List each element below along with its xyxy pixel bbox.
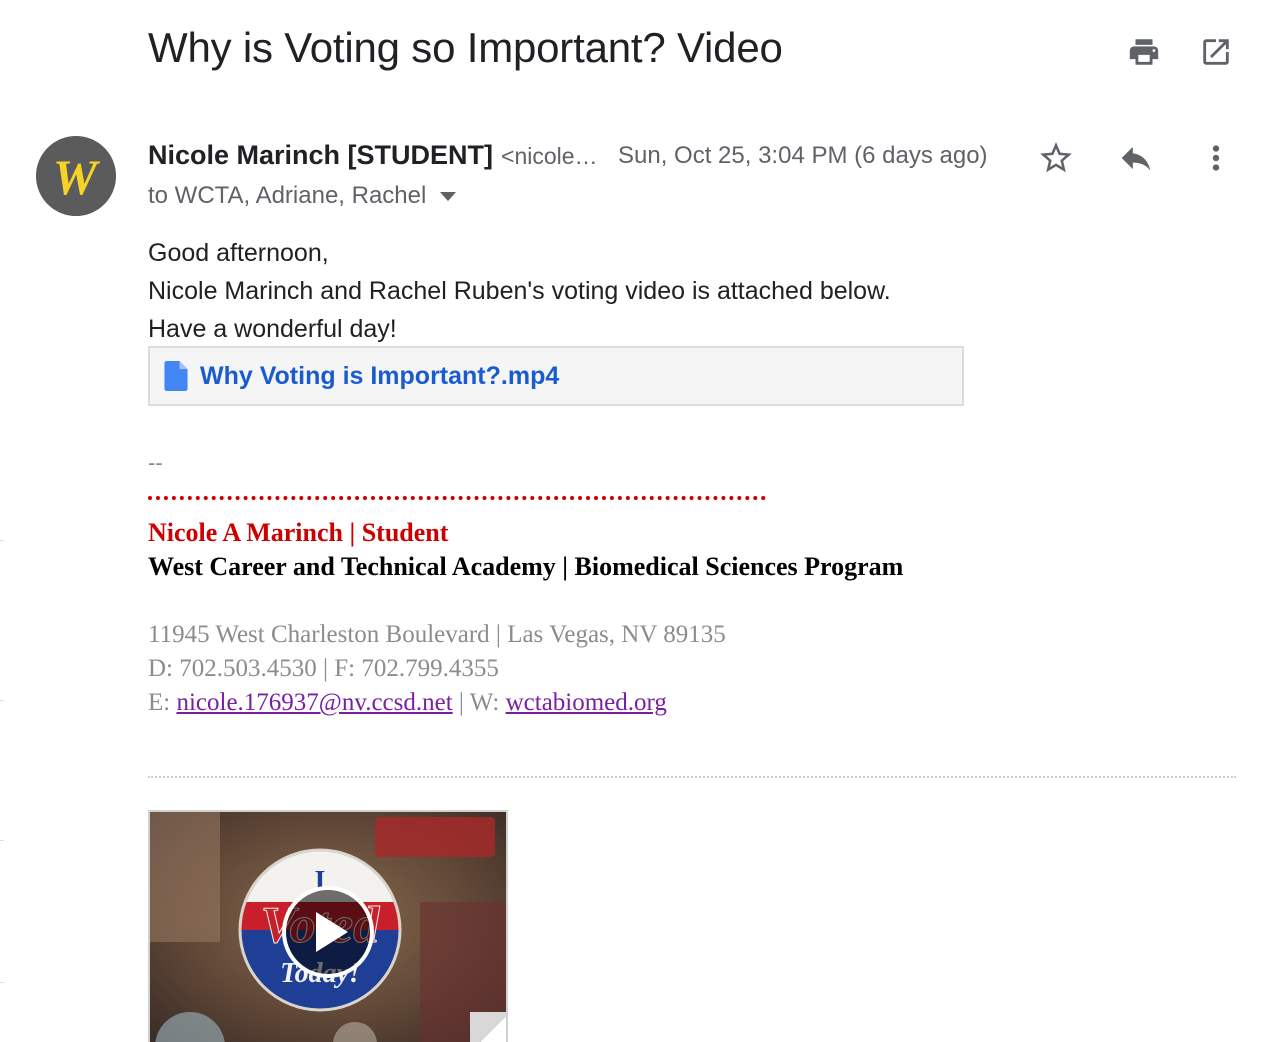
signature-separator: -- — [148, 450, 163, 475]
email-label: E: — [148, 689, 177, 716]
star-button[interactable] — [1034, 136, 1078, 180]
print-button[interactable] — [1124, 32, 1164, 72]
signature-links: E: nicole.176937@nv.ccsd.net | W: wctabi… — [148, 686, 726, 720]
signature-name: Nicole A Marinch | Student — [148, 518, 449, 547]
signature-web-link[interactable]: wctabiomed.org — [506, 689, 667, 716]
edge-marker — [0, 540, 4, 541]
edge-marker — [0, 700, 4, 701]
recipients-text: to WCTA, Adriane, Rachel — [148, 182, 427, 209]
avatar-letter: W — [53, 149, 101, 205]
signature-dotted-rule — [148, 496, 766, 500]
email-body: Good afternoon, Nicole Marinch and Rache… — [148, 234, 891, 348]
signature-address: 11945 West Charleston Boulevard | Las Ve… — [148, 621, 726, 648]
open-in-new-window-button[interactable] — [1196, 32, 1236, 72]
reply-button[interactable] — [1114, 136, 1158, 180]
print-icon — [1129, 39, 1159, 65]
sender-avatar[interactable]: W — [36, 136, 116, 216]
recipients-line: to WCTA, Adriane, Rachel — [148, 182, 457, 210]
attachment-name[interactable]: Why Voting is Important?.mp4 — [200, 362, 559, 391]
signature-contact: 11945 West Charleston Boulevard | Las Ve… — [148, 618, 726, 720]
file-icon — [164, 361, 188, 391]
video-preview-image: I Voted Today! — [150, 812, 506, 1042]
email-timestamp: Sun, Oct 25, 3:04 PM (6 days ago) — [618, 142, 988, 169]
more-vert-icon — [1212, 145, 1220, 171]
open-in-new-icon — [1203, 39, 1229, 65]
dropdown-caret-icon[interactable] — [440, 191, 457, 201]
body-line: Have a wonderful day! — [148, 315, 397, 343]
email-subject: Why is Voting so Important? Video — [148, 24, 783, 71]
sender-name[interactable]: Nicole Marinch [STUDENT] — [148, 140, 493, 171]
sender-line: Nicole Marinch [STUDENT] <nicole… — [148, 140, 598, 172]
signature-phones: D: 702.503.4530 | F: 702.799.4355 — [148, 655, 499, 682]
signature-email-link[interactable]: nicole.176937@nv.ccsd.net — [176, 689, 452, 716]
body-line: Nicole Marinch and Rachel Ruben's voting… — [148, 277, 891, 305]
attachment-chip[interactable]: Why Voting is Important?.mp4 — [148, 346, 964, 406]
edge-marker — [0, 982, 4, 983]
star-icon — [1040, 142, 1072, 173]
more-options-button[interactable] — [1194, 136, 1238, 180]
reply-icon — [1121, 146, 1151, 171]
sender-email[interactable]: <nicole… — [501, 143, 598, 170]
body-line: Good afternoon, — [148, 239, 329, 267]
video-attachment-thumbnail[interactable]: I Voted Today! — [148, 810, 508, 1042]
wcta-logo-avatar: W — [36, 136, 116, 216]
signature-school: West Career and Technical Academy | Biom… — [148, 552, 904, 581]
attachments-divider — [148, 776, 1236, 778]
web-label: | W: — [452, 689, 506, 716]
edge-marker — [0, 840, 4, 841]
